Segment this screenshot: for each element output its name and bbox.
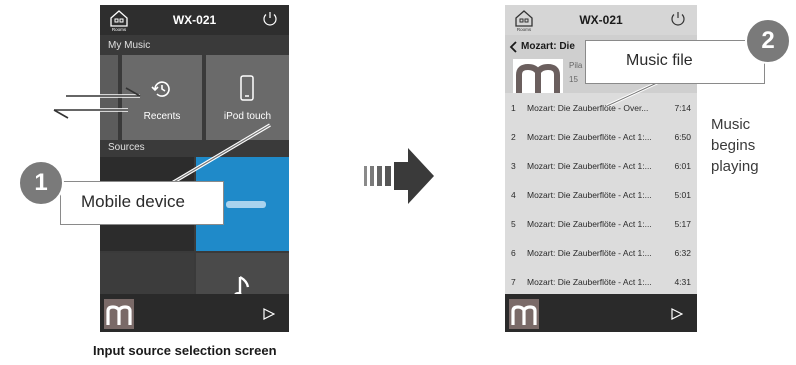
rooms-label: Rooms: [517, 27, 532, 32]
track-number: 5: [511, 219, 516, 229]
callout-1-badge: 1: [18, 160, 64, 206]
track-number: 7: [511, 277, 516, 287]
track-duration: 5:17: [674, 219, 691, 229]
callout-1-pointer: [171, 123, 271, 185]
transition-arrow-icon: [364, 148, 434, 204]
note-line-1: Music: [711, 116, 751, 133]
track-duration: 5:01: [674, 190, 691, 200]
rooms-label: Rooms: [112, 27, 127, 32]
callout-2-text: Music file: [626, 52, 693, 69]
track-name: Mozart: Die Zauberflöte - Act 1:...: [527, 248, 652, 258]
track-row[interactable]: 6 Mozart: Die Zauberflöte - Act 1:... 6:…: [505, 238, 697, 269]
track-number: 6: [511, 248, 516, 258]
callout-1-text: Mobile device: [81, 192, 185, 211]
play-icon[interactable]: [263, 308, 275, 320]
track-duration: 7:14: [674, 103, 691, 113]
album-thumbnail: [104, 299, 134, 329]
track-name: Mozart: Die Zauberflöte - Act 1:...: [527, 277, 652, 287]
track-list: 1 Mozart: Die Zauberflöte - Over... 7:14…: [505, 93, 697, 298]
now-playing-bar[interactable]: [100, 294, 289, 332]
back-title[interactable]: Mozart: Die: [521, 41, 575, 52]
track-duration: 6:32: [674, 248, 691, 258]
track-name: Mozart: Die Zauberflöte - Act 1:...: [527, 132, 652, 142]
recents-icon: [151, 81, 170, 97]
track-row[interactable]: 1 Mozart: Die Zauberflöte - Over... 7:14: [505, 93, 697, 124]
album-thumbnail: [509, 299, 539, 329]
track-number: 1: [511, 103, 516, 113]
track-duration: 6:01: [674, 161, 691, 171]
sources-label: Sources: [108, 142, 145, 153]
power-icon[interactable]: [261, 10, 279, 28]
note-line-2: begins: [711, 137, 756, 154]
callout-2-badge: 2: [745, 18, 791, 64]
track-number: 2: [511, 132, 516, 142]
track-name: Mozart: Die Zauberflöte - Act 1:...: [527, 161, 652, 171]
track-name: Mozart: Die Zauberflöte - Act 1:...: [527, 190, 652, 200]
music-begins-note: Music begins playing: [711, 114, 759, 177]
phone-icon: [240, 75, 254, 101]
now-playing-bar[interactable]: [505, 294, 697, 332]
album-line-1: Pila: [569, 61, 583, 70]
my-music-label: My Music: [108, 40, 151, 51]
track-number: 4: [511, 190, 516, 200]
blurred-logo: [226, 201, 266, 208]
status-bar: Rooms WX-021: [100, 5, 289, 35]
back-chevron-icon[interactable]: [509, 41, 517, 53]
play-icon[interactable]: [671, 308, 683, 320]
album-line-2: 15: [569, 75, 578, 84]
status-bar: Rooms WX-021: [505, 5, 697, 35]
input-source-caption: Input source selection screen: [93, 343, 277, 358]
track-row[interactable]: 3 Mozart: Die Zauberflöte - Act 1:... 6:…: [505, 151, 697, 182]
track-duration: 4:31: [674, 277, 691, 287]
track-row[interactable]: 2 Mozart: Die Zauberflöte - Act 1:... 6:…: [505, 122, 697, 153]
swipe-arrows-icon: [53, 87, 141, 119]
track-number: 3: [511, 161, 516, 171]
mobile-device-callout: Mobile device: [60, 181, 224, 225]
power-icon[interactable]: [669, 10, 687, 28]
callout-2-pointer: [606, 80, 660, 108]
note-line-3: playing: [711, 158, 759, 175]
track-name: Mozart: Die Zauberflöte - Act 1:...: [527, 219, 652, 229]
album-art: [513, 59, 563, 93]
track-row[interactable]: 4 Mozart: Die Zauberflöte - Act 1:... 5:…: [505, 180, 697, 211]
music-file-callout: Music file: [585, 40, 765, 84]
track-duration: 6:50: [674, 132, 691, 142]
track-row[interactable]: 5 Mozart: Die Zauberflöte - Act 1:... 5:…: [505, 209, 697, 240]
